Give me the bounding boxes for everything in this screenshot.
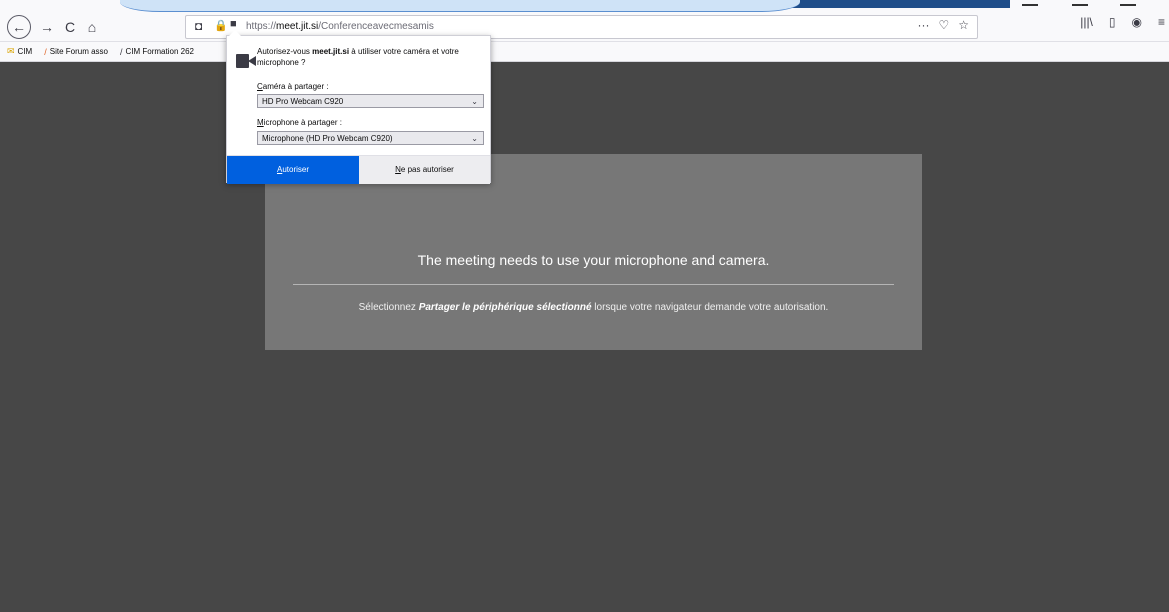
divider: [293, 284, 894, 285]
toolbar-right: |||\ ▯ ◉ ≡: [1080, 15, 1165, 29]
quill-icon: /: [119, 46, 123, 57]
bookmark-item[interactable]: ✉ CIM: [7, 46, 32, 57]
camera-select-label: Caméra à partager :: [257, 82, 329, 91]
hint-suffix: lorsque votre navigateur demande votre a…: [591, 302, 829, 313]
chevron-down-icon: ⌄: [471, 134, 478, 143]
camera-select-value: HD Pro Webcam C920: [262, 97, 344, 106]
pocket-icon[interactable]: ♡: [938, 18, 949, 32]
pencil-icon: /: [44, 46, 47, 57]
bookmarks-toolbar: ✉ CIM / Site Forum asso / CIM Formation …: [0, 42, 1169, 62]
sidebar-icon[interactable]: ▯: [1109, 15, 1116, 29]
home-icon: ⌂: [87, 19, 97, 35]
camera-select[interactable]: HD Pro Webcam C920 ⌄: [257, 94, 484, 108]
url-path: /Conferenceavecmesamis: [318, 21, 434, 32]
camera-permission-icon[interactable]: ■: [230, 18, 237, 30]
bookmark-item[interactable]: / CIM Formation 262: [120, 47, 194, 57]
camera-icon: [236, 54, 256, 68]
url-text[interactable]: https://meet.jit.si/Conferenceavecmesami…: [246, 21, 434, 32]
lock-icon[interactable]: 🔒: [214, 19, 228, 32]
popup-buttons: Autoriser Ne pas autoriser: [227, 155, 490, 184]
microphone-select[interactable]: Microphone (HD Pro Webcam C920) ⌄: [257, 131, 484, 145]
permission-popup: Autorisez-vous meet.jit.si à utiliser vo…: [226, 30, 491, 184]
bookmark-label: Site Forum asso: [49, 47, 108, 56]
account-icon[interactable]: ◉: [1132, 15, 1142, 29]
window-top-strip: [0, 0, 1169, 12]
permission-hint: Sélectionnez Partager le périphérique sé…: [265, 302, 922, 313]
library-icon[interactable]: |||\: [1080, 15, 1093, 29]
tracking-shield-icon[interactable]: ◘: [195, 19, 202, 33]
menu-icon[interactable]: ≡: [1158, 15, 1165, 29]
url-actions: ··· ♡ ☆: [917, 18, 969, 32]
bookmark-label: CIM Formation 262: [125, 47, 194, 56]
annotation-callout-edge: [120, 0, 800, 12]
home-button[interactable]: ⌂: [80, 15, 104, 39]
question-domain: meet.jit.si: [312, 47, 350, 56]
hint-emphasis: Partager le périphérique sélectionné: [418, 302, 592, 313]
url-scheme: https://: [246, 21, 277, 32]
back-arrow-icon: ←: [12, 19, 26, 35]
page-actions-icon[interactable]: ···: [917, 18, 929, 32]
mail-icon: ✉: [7, 46, 15, 56]
bookmark-item[interactable]: / Site Forum asso: [44, 47, 108, 57]
microphone-select-value: Microphone (HD Pro Webcam C920): [262, 134, 393, 143]
meeting-permission-title: The meeting needs to use your microphone…: [417, 252, 770, 268]
permission-question: Autorisez-vous meet.jit.si à utiliser vo…: [257, 47, 459, 67]
maximize-button[interactable]: [1072, 0, 1088, 6]
bookmark-star-icon[interactable]: ☆: [958, 18, 969, 32]
chevron-down-icon: ⌄: [471, 97, 478, 106]
url-domain: meet.jit.si: [276, 21, 319, 32]
minimize-button[interactable]: [1022, 0, 1038, 6]
forward-arrow-icon: →: [40, 19, 54, 35]
reload-button[interactable]: C: [58, 15, 82, 39]
page-content: The meeting needs to use your microphone…: [0, 62, 1169, 612]
back-button[interactable]: ←: [7, 15, 31, 39]
close-button[interactable]: [1120, 0, 1136, 6]
bookmark-label: CIM: [17, 47, 33, 56]
reload-icon: C: [64, 19, 76, 35]
hint-prefix: Sélectionnez: [358, 302, 419, 313]
deny-button[interactable]: Ne pas autoriser: [359, 156, 490, 184]
navigation-bar: ← → C ⌂ ◘ 🔒 ■ https://meet.jit.si/Confer…: [0, 12, 1169, 42]
microphone-select-label: Microphone à partager :: [257, 118, 342, 127]
popup-arrow: [229, 30, 241, 36]
allow-button[interactable]: Autoriser: [227, 156, 359, 184]
forward-button[interactable]: →: [35, 15, 59, 39]
